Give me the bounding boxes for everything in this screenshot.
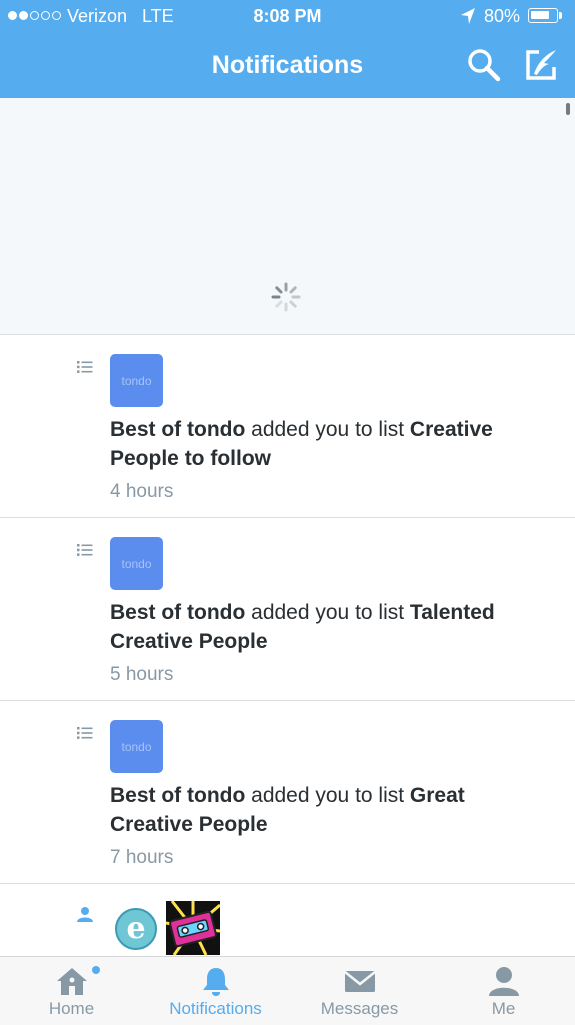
home-icon — [57, 968, 87, 995]
notification-time: 5 hours — [110, 664, 174, 685]
notification-time: 7 hours — [110, 847, 174, 868]
actor-name[interactable]: Best of tondo — [110, 418, 245, 441]
avatar[interactable]: tondo — [110, 720, 163, 773]
actor-name[interactable]: Best of tondo — [110, 784, 245, 807]
tab-messages[interactable]: Messages — [288, 957, 431, 1025]
notification-row[interactable]: tondo Best of tondo added you to list Ta… — [0, 518, 575, 701]
notification-row[interactable]: e — [0, 884, 575, 956]
top-bar: Verizon LTE 8:08 PM 80% Notifications — [0, 0, 575, 98]
action-text: added you to list — [245, 784, 410, 807]
home-unread-badge — [92, 966, 100, 974]
notification-time: 4 hours — [110, 481, 174, 502]
notification-row[interactable]: tondo Best of tondo added you to list Cr… — [0, 335, 575, 518]
person-icon — [77, 907, 93, 922]
tab-label: Notifications — [169, 999, 262, 1018]
tab-me[interactable]: Me — [432, 957, 575, 1025]
avatar[interactable]: tondo — [110, 537, 163, 590]
notification-text: Best of tondo added you to list Talented… — [110, 598, 550, 656]
actor-name[interactable]: Best of tondo — [110, 601, 245, 624]
battery-tip — [559, 12, 562, 19]
compose-icon[interactable] — [522, 46, 560, 84]
envelope-icon — [344, 971, 376, 992]
location-arrow-icon — [461, 8, 475, 24]
tab-bar: Home Notifications Messages Me — [0, 956, 575, 1025]
avatar[interactable]: tondo — [110, 354, 163, 407]
cassette-avatar-icon[interactable] — [166, 901, 220, 955]
list-icon — [77, 544, 93, 556]
scroll-indicator — [566, 103, 570, 115]
battery-percentage: 80% — [484, 6, 521, 26]
tab-label: Home — [48, 999, 95, 1018]
person-icon — [489, 967, 519, 996]
bell-icon — [203, 968, 229, 996]
loading-spinner-icon — [271, 282, 301, 312]
avatar-text: tondo — [121, 556, 152, 571]
notification-row[interactable]: tondo Best of tondo added you to list Gr… — [0, 701, 575, 884]
notification-text: Best of tondo added you to list Great Cr… — [110, 781, 550, 839]
action-text: added you to list — [245, 418, 410, 441]
list-icon — [77, 361, 93, 373]
notification-text: Best of tondo added you to list Creative… — [110, 415, 550, 473]
tab-notifications[interactable]: Notifications — [144, 957, 287, 1025]
avatar-text: tondo — [121, 373, 152, 388]
status-bar: Verizon LTE 8:08 PM 80% — [0, 0, 575, 32]
tab-home[interactable]: Home — [0, 957, 143, 1025]
tab-label: Me — [491, 999, 516, 1018]
avatar[interactable]: e — [115, 908, 157, 950]
avatar-text: tondo — [121, 739, 152, 754]
search-icon[interactable] — [465, 46, 503, 84]
battery-fill — [531, 11, 549, 19]
action-text: added you to list — [245, 601, 410, 624]
tab-label: Messages — [320, 999, 399, 1018]
list-icon — [77, 727, 93, 739]
battery-icon — [528, 8, 558, 23]
